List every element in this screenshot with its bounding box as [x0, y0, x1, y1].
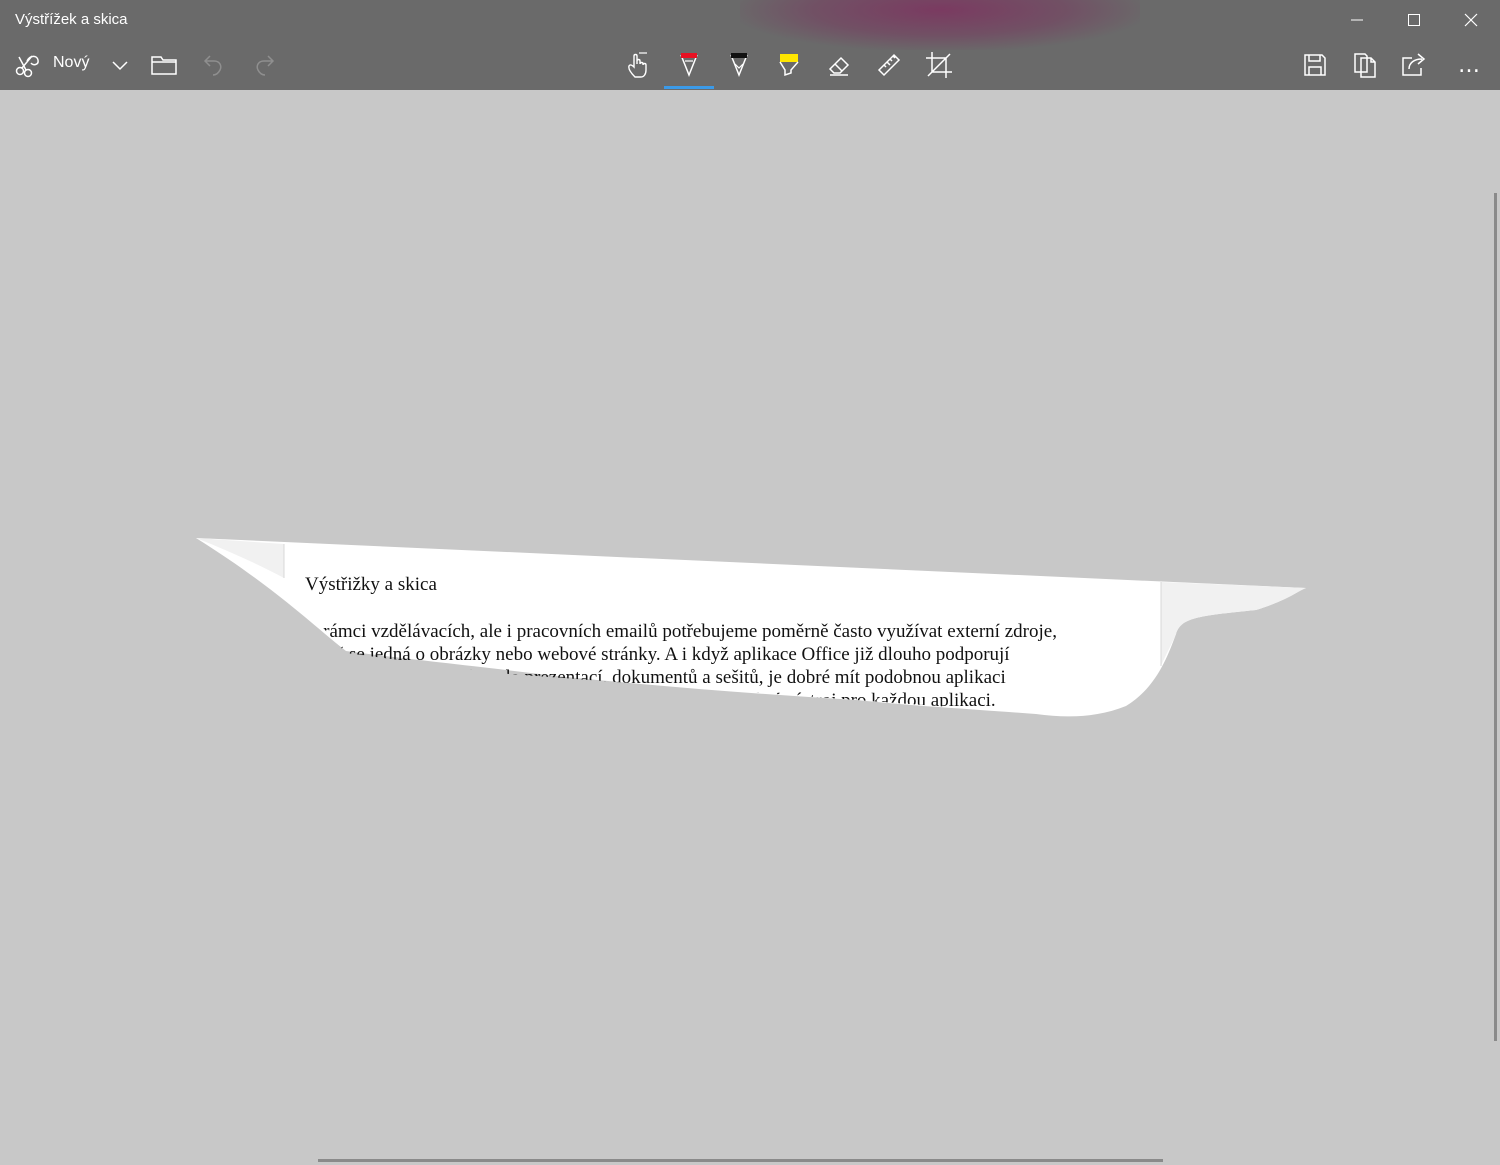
open-file-button[interactable]	[140, 42, 188, 88]
copy-button[interactable]	[1341, 42, 1389, 88]
touch-writing-icon	[628, 52, 647, 78]
eraser-icon	[828, 56, 850, 76]
new-dropdown-button[interactable]	[96, 42, 144, 88]
share-icon	[1402, 53, 1426, 76]
share-button[interactable]	[1390, 42, 1438, 88]
copy-icon	[1354, 53, 1376, 78]
ruler-icon	[877, 53, 901, 77]
redo-button[interactable]	[240, 42, 288, 88]
close-button[interactable]	[1443, 0, 1499, 40]
window-title: Výstřížek a skica	[15, 11, 128, 28]
snip-image: Výstřižky a skica V rámci vzdělávacích, …	[196, 538, 1308, 718]
crop-button[interactable]	[915, 42, 963, 88]
maximize-button[interactable]	[1386, 0, 1442, 40]
save-button[interactable]	[1291, 42, 1339, 88]
maximize-icon	[1408, 14, 1420, 26]
ballpoint-pen-button[interactable]	[665, 42, 713, 88]
minimize-button[interactable]	[1329, 0, 1385, 40]
ballpoint-pen-icon	[680, 53, 698, 78]
pencil-icon	[730, 53, 748, 78]
active-tool-indicator	[664, 86, 714, 89]
ruler-button[interactable]	[865, 42, 913, 88]
vertical-scrollbar[interactable]	[1494, 193, 1497, 1041]
save-icon	[1304, 54, 1326, 76]
redo-icon	[256, 55, 275, 76]
open-folder-icon	[151, 56, 177, 75]
pencil-button[interactable]	[715, 42, 763, 88]
touch-writing-button[interactable]	[615, 42, 663, 88]
title-toolbar: Výstřížek a skica Nový …	[0, 0, 1500, 90]
close-icon	[1464, 13, 1478, 27]
new-snip-button[interactable]	[4, 42, 50, 88]
crop-icon	[926, 52, 952, 78]
document-line-1: V rámci vzdělávacích, ale i pracovních e…	[305, 621, 1057, 642]
eraser-button[interactable]	[815, 42, 863, 88]
minimize-icon	[1351, 19, 1363, 21]
highlighter-icon	[779, 54, 799, 77]
more-button[interactable]: …	[1446, 42, 1494, 88]
highlighter-button[interactable]	[765, 42, 813, 88]
undo-icon	[203, 55, 222, 76]
horizontal-scrollbar[interactable]	[318, 1159, 1163, 1162]
chevron-down-icon	[112, 61, 128, 71]
new-snip-icon	[15, 55, 39, 78]
document-heading: Výstřižky a skica	[305, 574, 437, 595]
new-button-label[interactable]: Nový	[53, 54, 89, 72]
undo-button[interactable]	[190, 42, 238, 88]
